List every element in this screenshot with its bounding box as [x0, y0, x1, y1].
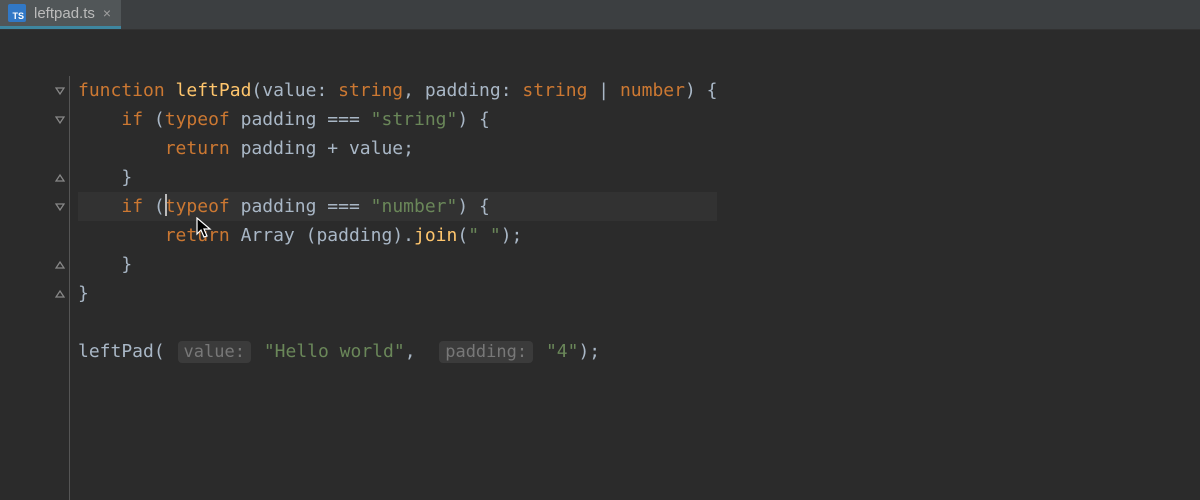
- token-plain: [78, 138, 165, 159]
- token-type: string: [522, 80, 587, 101]
- token-id: padding: [241, 109, 317, 130]
- code-line[interactable]: }: [78, 163, 717, 192]
- token-op: (: [143, 196, 165, 217]
- fold-marker[interactable]: [53, 76, 67, 105]
- token-op: [230, 225, 241, 246]
- token-kw: return: [165, 225, 230, 246]
- fold-marker: [53, 337, 67, 366]
- fold-marker[interactable]: [53, 279, 67, 308]
- token-kw: function: [78, 80, 176, 101]
- fold-marker: [53, 308, 67, 337]
- token-kw: typeof: [165, 109, 230, 130]
- token-op: (: [143, 109, 165, 130]
- tab-filename: leftpad.ts: [34, 5, 95, 22]
- token-op: (: [251, 80, 262, 101]
- fold-marker[interactable]: [53, 192, 67, 221]
- token-op: ,: [405, 341, 438, 362]
- fold-marker[interactable]: [53, 105, 67, 134]
- close-tab-icon[interactable]: ×: [103, 5, 111, 21]
- token-op: );: [501, 225, 523, 246]
- token-fn: leftPad: [176, 80, 252, 101]
- token-kw: if: [121, 109, 143, 130]
- token-op: |: [587, 80, 620, 101]
- code-line[interactable]: function leftPad(value: string, padding:…: [78, 76, 717, 105]
- token-id: value: [262, 80, 316, 101]
- token-id: padding: [241, 138, 317, 159]
- token-op: ) {: [457, 196, 490, 217]
- parameter-hint: padding:: [439, 341, 533, 363]
- typescript-file-icon: TS: [8, 4, 26, 22]
- code-editor[interactable]: function leftPad(value: string, padding:…: [0, 30, 1200, 500]
- token-op: [230, 138, 241, 159]
- token-op: ) {: [457, 109, 490, 130]
- token-op: :: [316, 80, 338, 101]
- token-id: padding: [316, 225, 392, 246]
- code-line[interactable]: leftPad( value: "Hello world", padding: …: [78, 337, 717, 366]
- token-type: number: [620, 80, 685, 101]
- token-op: [230, 196, 241, 217]
- token-str: "Hello world": [264, 341, 405, 362]
- token-kw: if: [121, 196, 143, 217]
- file-tab[interactable]: TS leftpad.ts ×: [0, 0, 121, 29]
- token-op: (: [154, 341, 176, 362]
- token-op: [535, 341, 546, 362]
- token-id: padding: [425, 80, 501, 101]
- token-str: "number": [371, 196, 458, 217]
- code-line[interactable]: return Array (padding).join(" ");: [78, 221, 717, 250]
- text-caret: [165, 194, 167, 216]
- token-op: ,: [403, 80, 425, 101]
- token-id: leftPad: [78, 341, 154, 362]
- token-plain: [78, 254, 121, 275]
- code-line[interactable]: if (typeof padding === "string") {: [78, 105, 717, 134]
- code-line[interactable]: }: [78, 250, 717, 279]
- token-op: }: [121, 254, 132, 275]
- token-kw: typeof: [165, 196, 230, 217]
- token-op: }: [78, 283, 89, 304]
- token-str: "4": [546, 341, 579, 362]
- parameter-hint: value:: [178, 341, 251, 363]
- token-fn: join: [414, 225, 457, 246]
- token-str: " ": [468, 225, 501, 246]
- token-id: value: [349, 138, 403, 159]
- token-op: );: [578, 341, 600, 362]
- fold-marker[interactable]: [53, 250, 67, 279]
- token-plain: [78, 225, 165, 246]
- gutter: [0, 76, 70, 500]
- token-op: :: [501, 80, 523, 101]
- token-op: ) {: [685, 80, 718, 101]
- token-op: +: [316, 138, 349, 159]
- code-line[interactable]: [78, 308, 717, 337]
- code-line[interactable]: return padding + value;: [78, 134, 717, 163]
- token-op: (: [295, 225, 317, 246]
- fold-marker: [53, 221, 67, 250]
- token-op: ===: [316, 196, 370, 217]
- token-str: "string": [371, 109, 458, 130]
- token-id: Array: [241, 225, 295, 246]
- token-op: ===: [316, 109, 370, 130]
- token-kw: return: [165, 138, 230, 159]
- token-plain: [78, 196, 121, 217]
- token-op: ;: [403, 138, 414, 159]
- token-op: }: [121, 167, 132, 188]
- code-line[interactable]: if (typeof padding === "number") {: [78, 192, 717, 221]
- fold-marker[interactable]: [53, 163, 67, 192]
- code-area[interactable]: function leftPad(value: string, padding:…: [70, 76, 717, 500]
- token-op: (: [457, 225, 468, 246]
- token-plain: [78, 109, 121, 130]
- fold-marker: [53, 134, 67, 163]
- token-plain: [78, 167, 121, 188]
- token-op: [253, 341, 264, 362]
- token-type: string: [338, 80, 403, 101]
- code-line[interactable]: }: [78, 279, 717, 308]
- token-id: padding: [241, 196, 317, 217]
- token-op: ).: [392, 225, 414, 246]
- tab-bar: TS leftpad.ts ×: [0, 0, 1200, 30]
- token-op: [230, 109, 241, 130]
